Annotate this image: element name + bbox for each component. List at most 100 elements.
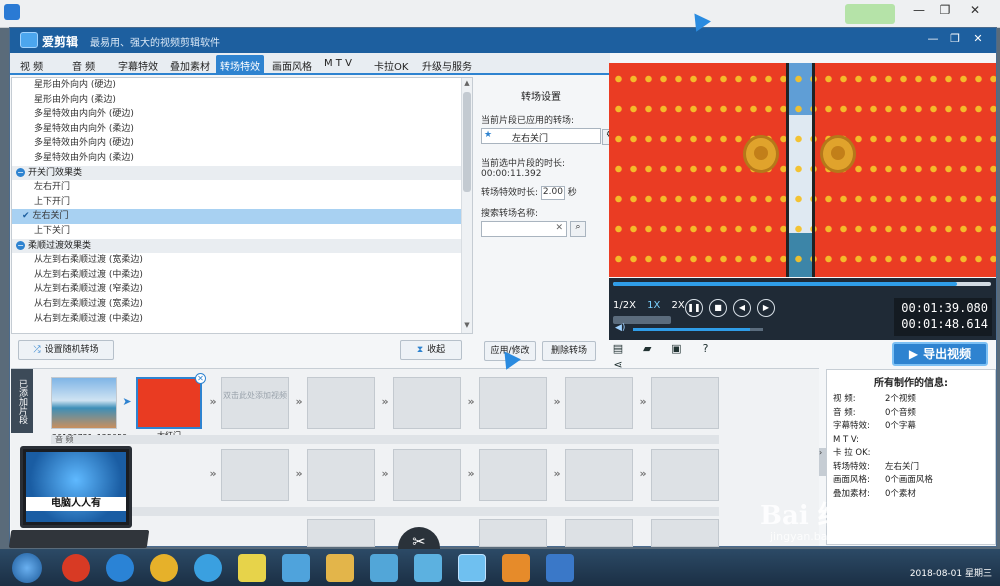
close-icon[interactable]: ✕ bbox=[962, 3, 988, 21]
restore-icon[interactable]: ❐ bbox=[932, 3, 958, 21]
volume-icon[interactable]: ◀) bbox=[615, 323, 625, 333]
delete-transition-button[interactable]: 删除转场 bbox=[542, 341, 596, 361]
chrome-icon[interactable] bbox=[150, 554, 178, 582]
taskbar-app-icon[interactable] bbox=[282, 554, 310, 582]
list-item[interactable]: 多星特效由外向内 (柔边) bbox=[12, 151, 472, 166]
tab-style[interactable]: 画面风格 bbox=[268, 55, 316, 75]
prev-frame-icon[interactable]: ◀ bbox=[733, 299, 751, 317]
list-item[interactable]: 上下关门 bbox=[12, 224, 472, 239]
minimize-icon[interactable]: — bbox=[925, 32, 941, 48]
pause-icon[interactable]: ❚❚ bbox=[685, 299, 703, 317]
empty-slot[interactable] bbox=[307, 519, 375, 547]
taskbar-app-icon[interactable] bbox=[370, 554, 398, 582]
list-item[interactable]: 上下开门 bbox=[12, 195, 472, 210]
empty-slot[interactable] bbox=[393, 377, 461, 429]
applied-label: 当前片段已应用的转场: bbox=[481, 116, 575, 126]
export-video-button[interactable]: ▶ 导出视频 bbox=[892, 342, 988, 366]
empty-slot[interactable] bbox=[565, 449, 633, 501]
tab-audio[interactable]: 音 频 bbox=[68, 55, 99, 75]
next-frame-icon[interactable]: ▶ bbox=[757, 299, 775, 317]
tab-upgrade[interactable]: 升级与服务 bbox=[418, 55, 476, 75]
empty-slot[interactable] bbox=[221, 449, 289, 501]
playback-progress[interactable] bbox=[613, 282, 991, 286]
list-item[interactable]: 从右到左柔顺过渡 (中柔边) bbox=[12, 312, 472, 327]
save-icon[interactable]: ▣ bbox=[667, 342, 685, 358]
taskbar-app-icon[interactable] bbox=[502, 554, 530, 582]
tab-mtv[interactable]: M T V bbox=[320, 55, 356, 75]
empty-slot[interactable] bbox=[651, 377, 719, 429]
ie-icon[interactable] bbox=[106, 554, 134, 582]
screenshot-icon[interactable]: ▤ bbox=[609, 342, 627, 358]
desktop-green-button[interactable] bbox=[845, 4, 895, 24]
search-icon[interactable]: ⌕ bbox=[570, 220, 586, 237]
clip-thumbnail[interactable]: 20180731_125059 bbox=[51, 377, 127, 442]
list-item[interactable]: 星形由外向内 (柔边) bbox=[12, 93, 472, 108]
scroll-down-icon[interactable]: ▼ bbox=[462, 321, 472, 331]
clip-thumbnail-selected[interactable]: 大红门 ✕ bbox=[136, 373, 206, 440]
tab-transition[interactable]: 转场特效 bbox=[216, 55, 264, 75]
speed-normal[interactable]: 1X bbox=[647, 300, 660, 311]
scroll-up-icon[interactable]: ▲ bbox=[462, 79, 472, 89]
close-icon[interactable]: ✕ bbox=[970, 32, 986, 48]
start-button[interactable] bbox=[12, 553, 42, 583]
collapse-icon[interactable]: − bbox=[16, 167, 25, 177]
taskbar-app-icon[interactable] bbox=[194, 554, 222, 582]
empty-slot[interactable] bbox=[479, 449, 547, 501]
applied-transition-value: 左右关门 bbox=[512, 134, 549, 144]
list-item[interactable]: 多星特效由内向外 (柔边) bbox=[12, 122, 472, 137]
app-slogan: 最易用、强大的视频剪辑软件 bbox=[90, 38, 220, 49]
volume-slider[interactable] bbox=[633, 328, 763, 331]
empty-slot[interactable] bbox=[479, 519, 547, 547]
list-item[interactable]: 从左到右柔顺过渡 (宽柔边) bbox=[12, 253, 472, 268]
empty-slot[interactable] bbox=[393, 449, 461, 501]
list-scrollbar[interactable]: ▲ ▼ bbox=[461, 78, 472, 333]
clear-icon[interactable]: ✕ bbox=[555, 223, 563, 233]
empty-slot[interactable]: 双击此处添加视频 bbox=[221, 377, 289, 429]
tab-video[interactable]: 视 频 bbox=[16, 55, 47, 75]
list-item[interactable]: 从左到右柔顺过渡 (窄柔边) bbox=[12, 282, 472, 297]
empty-slot[interactable] bbox=[307, 449, 375, 501]
taskbar-app-icon[interactable] bbox=[62, 554, 90, 582]
folder-icon[interactable] bbox=[326, 554, 354, 582]
tab-subtitle[interactable]: 字幕特效 bbox=[114, 55, 162, 75]
effect-duration-input[interactable]: 2.00 bbox=[540, 185, 565, 200]
list-item[interactable]: 从右到左柔顺过渡 (宽柔边) bbox=[12, 297, 472, 312]
empty-slot[interactable] bbox=[651, 519, 719, 547]
info-row: 卡 拉 OK: bbox=[827, 447, 995, 461]
empty-slot[interactable] bbox=[307, 377, 375, 429]
speed-double[interactable]: 2X bbox=[672, 300, 685, 311]
list-item[interactable]: 从左到右柔顺过渡 (中柔边) bbox=[12, 268, 472, 283]
minimize-icon[interactable]: — bbox=[906, 3, 932, 21]
collapse-button[interactable]: ⧗ 收起 bbox=[400, 340, 462, 360]
tab-overlay[interactable]: 叠加素材 bbox=[166, 55, 214, 75]
list-item[interactable]: 星形由外向内 (硬边) bbox=[12, 78, 472, 93]
random-transition-button[interactable]: ⤮ 设置随机转场 bbox=[18, 340, 114, 360]
scroll-thumb[interactable] bbox=[463, 92, 471, 192]
taskbar-app-icon[interactable] bbox=[414, 554, 442, 582]
list-item[interactable]: 多星特效由外向内 (硬边) bbox=[12, 136, 472, 151]
remove-clip-icon[interactable]: ✕ bbox=[195, 373, 206, 384]
list-category[interactable]: − 柔顺过渡效果类 bbox=[12, 238, 472, 254]
taskbar-app-icon[interactable] bbox=[546, 554, 574, 582]
open-folder-icon[interactable]: ▰ bbox=[638, 342, 656, 358]
baidu-watermark: Bai 经验 bbox=[760, 501, 870, 531]
list-item[interactable]: 多星特效由内向外 (硬边) bbox=[12, 107, 472, 122]
info-value: 2个视频 bbox=[885, 394, 916, 404]
empty-slot[interactable] bbox=[565, 377, 633, 429]
collapse-icon[interactable]: − bbox=[16, 240, 25, 250]
taskbar-app-icon[interactable] bbox=[238, 554, 266, 582]
list-item-selected[interactable]: ✔ 左右关门 bbox=[12, 209, 472, 224]
taskbar-app-icon[interactable] bbox=[458, 554, 486, 582]
restore-icon[interactable]: ❐ bbox=[947, 32, 963, 48]
tab-karaoke[interactable]: 卡拉OK bbox=[370, 55, 412, 75]
search-input[interactable]: ✕ bbox=[481, 220, 567, 237]
help-icon[interactable]: ? bbox=[697, 342, 715, 358]
speed-half[interactable]: 1/2X bbox=[613, 300, 636, 311]
list-item[interactable]: 左右开门 bbox=[12, 180, 472, 195]
empty-slot[interactable] bbox=[651, 449, 719, 501]
info-collapse-icon[interactable]: › bbox=[819, 448, 826, 476]
empty-slot[interactable] bbox=[565, 519, 633, 547]
stop-icon[interactable]: ■ bbox=[709, 299, 727, 317]
list-category[interactable]: − 开关门效果类 bbox=[12, 165, 472, 181]
empty-slot[interactable] bbox=[479, 377, 547, 429]
